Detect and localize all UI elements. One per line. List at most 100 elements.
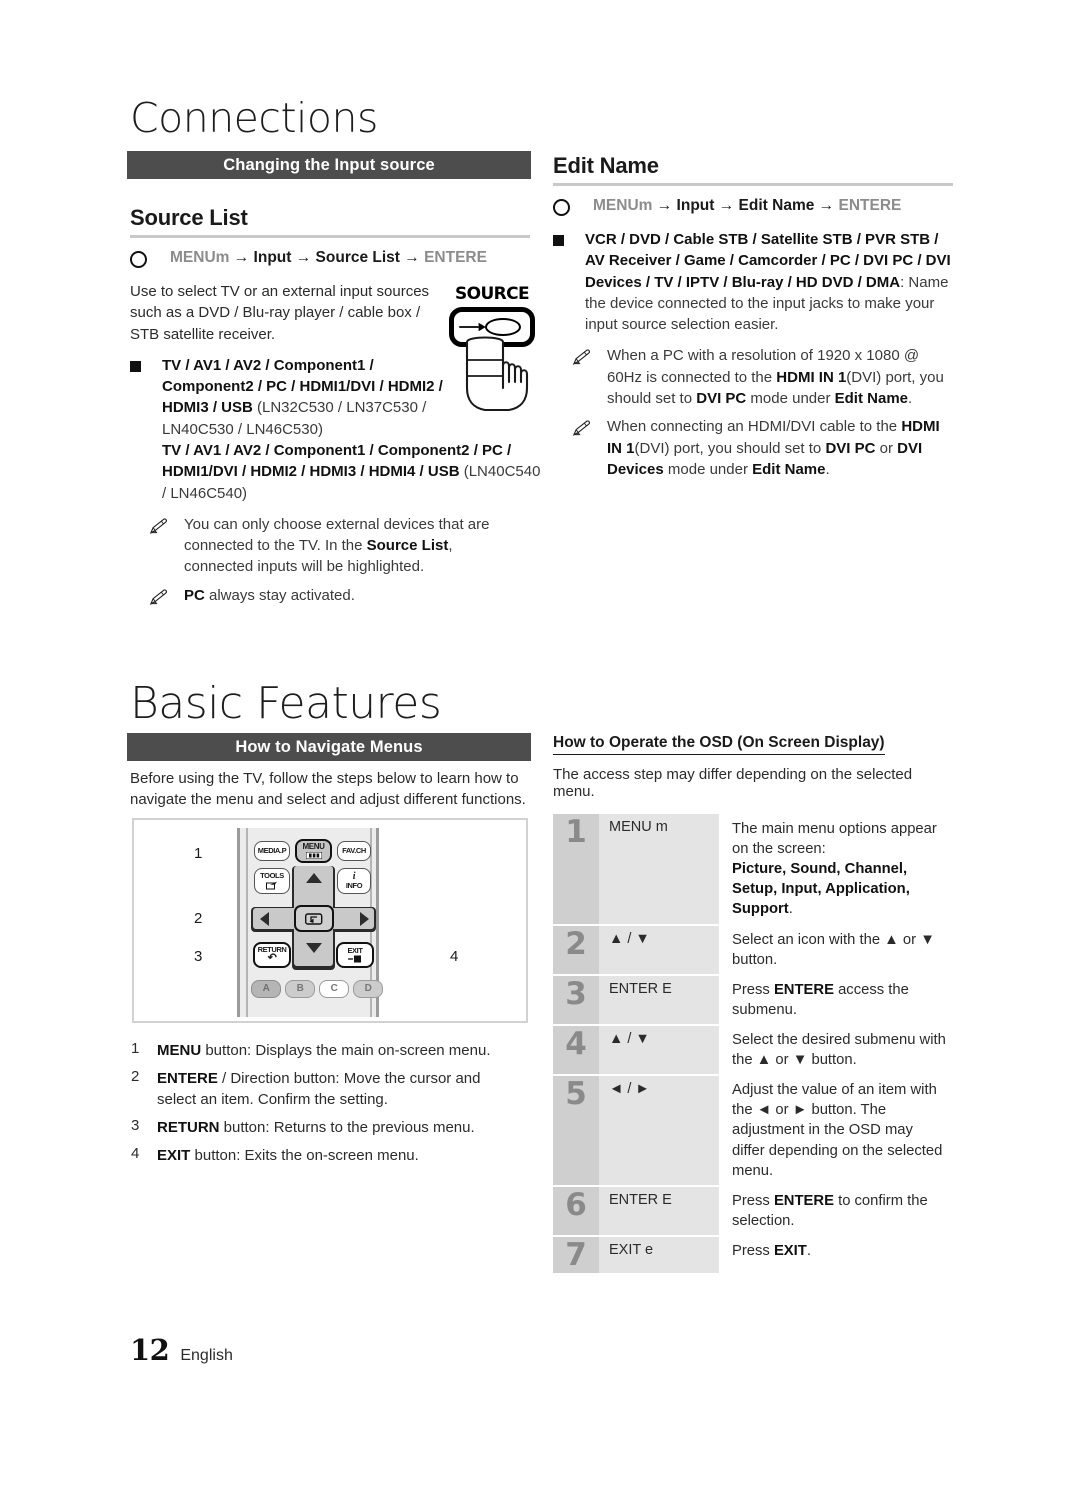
osd-step-desc: Adjust the value of an item with the ◄ o… (732, 1082, 943, 1179)
ring-icon (553, 199, 570, 216)
edit-name-device-list: VCR / DVD / Cable STB / Satellite STB / … (585, 230, 951, 291)
callout-3: 3 (194, 948, 203, 965)
osd-desc-bold: ENTERE (773, 1192, 834, 1209)
table-row: 2 ▲ / ▼ Select an icon with the ▲ or ▼ b… (553, 924, 953, 976)
note-text-p5: . (825, 460, 830, 478)
remote-button-tools[interactable]: TOOLS (254, 868, 290, 894)
pencil-icon (572, 349, 590, 366)
note-text-b2: DVI PC (825, 439, 876, 457)
remote-button-color-b[interactable]: B (285, 980, 315, 998)
heading-rule (130, 235, 530, 238)
table-row: 5 ◄ / ► Adjust the value of an item with… (553, 1075, 953, 1187)
osd-step-key: ▲ / ▼ (599, 924, 719, 976)
table-row: 1 MENU m The main menu options appear on… (553, 814, 953, 926)
note-text-b1: HDMI IN 1 (776, 368, 847, 386)
remote-button-menu[interactable]: MENU (295, 839, 332, 863)
osd-desc-plain: Press (732, 1192, 774, 1209)
legend-item: 4 EXIT button: Exits the on-screen menu. (131, 1145, 531, 1166)
menu-glyph: MENUm (170, 249, 230, 266)
callout-1: 1 (194, 845, 203, 862)
heading-rule (553, 183, 953, 186)
path-step-input: Input (676, 197, 715, 214)
dpad-up-arrow-icon[interactable] (306, 873, 322, 883)
square-bullet-icon (553, 234, 564, 246)
osd-step-number: 6 (553, 1185, 599, 1237)
remote-button-exit-label: EXIT (347, 945, 363, 955)
legend-number: 2 (131, 1068, 140, 1085)
legend-bold: EXIT (157, 1147, 191, 1164)
page-language: English (180, 1347, 233, 1364)
menu-bars-icon (305, 851, 322, 859)
basic-features-intro: Before using the TV, follow the steps be… (130, 770, 526, 809)
osd-step-number: 5 (553, 1075, 599, 1187)
note-text-bold: PC (184, 586, 205, 604)
remote-button-color-a[interactable]: A (251, 980, 281, 998)
remote-button-color-b-label: B (296, 982, 304, 994)
osd-step-number: 7 (553, 1235, 599, 1275)
remote-button-color-c[interactable]: C (319, 980, 349, 998)
enter-glyph: ENTERE (838, 197, 902, 214)
path-step-source-list: Source List (315, 249, 400, 266)
osd-step-key: ◄ / ► (599, 1075, 719, 1187)
source-list-models-bold-2: TV / AV1 / AV2 / Component1 / Component2… (162, 442, 512, 481)
remote-control-diagram: MEDIA.P MENU FAV.CH TOOLS i INFO RETURN … (132, 818, 528, 1023)
dpad-left-arrow-icon[interactable] (260, 912, 269, 926)
section-bar-changing-input-source: Changing the Input source (127, 151, 531, 179)
osd-step-desc: Press EXIT. (719, 1236, 953, 1274)
remote-button-tools-label: TOOLS (260, 871, 284, 881)
section-bar-how-to-navigate-menus: How to Navigate Menus (127, 733, 531, 761)
note-text-bold: Source List (366, 537, 449, 555)
arrow-icon: → (295, 249, 312, 266)
note-text-post: always stay activated. (204, 586, 355, 604)
remote-button-media-p[interactable]: MEDIA.P (254, 841, 290, 861)
remote-button-exit[interactable]: EXIT (336, 942, 374, 968)
legend-bold: MENU (157, 1042, 202, 1059)
legend-number: 4 (131, 1145, 140, 1162)
table-row: 3 ENTER E Press ENTERE access the submen… (553, 974, 953, 1026)
heading-edit-name: Edit Name (553, 153, 659, 178)
dpad-down-arrow-icon[interactable] (306, 943, 322, 953)
remote-button-fav-ch[interactable]: FAV.CH (337, 841, 371, 861)
osd-steps-table: 1 MENU m The main menu options appear on… (553, 814, 953, 1275)
osd-step-key: MENU m (599, 814, 719, 926)
legend-item: 1 MENU button: Displays the main on-scre… (131, 1040, 531, 1061)
legend-desc: button: Returns to the previous menu. (219, 1119, 475, 1136)
legend-bold: ENTERE (157, 1070, 218, 1087)
source-list-intro: Use to select TV or an external input so… (130, 282, 430, 343)
osd-desc-bold: Picture, Sound, Channel, Setup, Input, A… (732, 861, 910, 918)
osd-desc-tail: . (806, 1242, 811, 1259)
chassis-line (246, 828, 248, 1017)
tools-icon (266, 881, 277, 890)
remote-button-color-d[interactable]: D (353, 980, 383, 998)
osd-desc-bold: ENTERE (773, 981, 834, 998)
osd-step-number: 4 (553, 1024, 599, 1077)
enter-glyph: ENTERE (424, 249, 487, 266)
remote-button-color-d-label: D (364, 982, 372, 994)
remote-button-menu-label: MENU (302, 842, 325, 852)
manual-page: Connections Changing the Input source So… (0, 0, 1080, 1494)
osd-desc-plain: Press (732, 1242, 774, 1259)
osd-step-desc: Press ENTERE to confirm the selection. (719, 1186, 953, 1236)
path-step-input: Input (253, 249, 292, 266)
remote-button-info[interactable]: i INFO (337, 868, 371, 894)
osd-step-number: 3 (553, 974, 599, 1026)
dpad-right-arrow-icon[interactable] (360, 912, 369, 926)
note-row: You can only choose external devices tha… (148, 514, 530, 578)
osd-section-title: How to Operate the OSD (On Screen Displa… (553, 734, 885, 755)
chapter-title-connections: Connections (130, 94, 378, 142)
source-button-illustration: SOURCE (449, 284, 535, 412)
heading-source-list: Source List (130, 205, 248, 230)
osd-step-desc: The main menu options appear on the scre… (719, 814, 953, 925)
remote-button-color-c-label: C (330, 982, 338, 994)
osd-step-key: EXIT e (599, 1235, 719, 1275)
path-edit-name-text: MENUm → Input → Edit Name → ENTERE (593, 196, 901, 217)
edit-name-bullet: VCR / DVD / Cable STB / Satellite STB / … (553, 229, 953, 335)
note-text-p2: (DVI) port, you should set to (634, 439, 826, 457)
osd-step-desc: Select an icon with the ▲ or ▼ button. (732, 931, 935, 968)
osd-desc-plain: Press (732, 981, 774, 998)
remote-button-return[interactable]: RETURN ↶ (253, 942, 291, 968)
legend-number: 1 (131, 1040, 140, 1057)
path-source-list-text: MENUm → Input → Source List → ENTERE (170, 248, 487, 269)
remote-button-enter[interactable] (294, 905, 334, 932)
square-bullet-icon (130, 360, 141, 372)
